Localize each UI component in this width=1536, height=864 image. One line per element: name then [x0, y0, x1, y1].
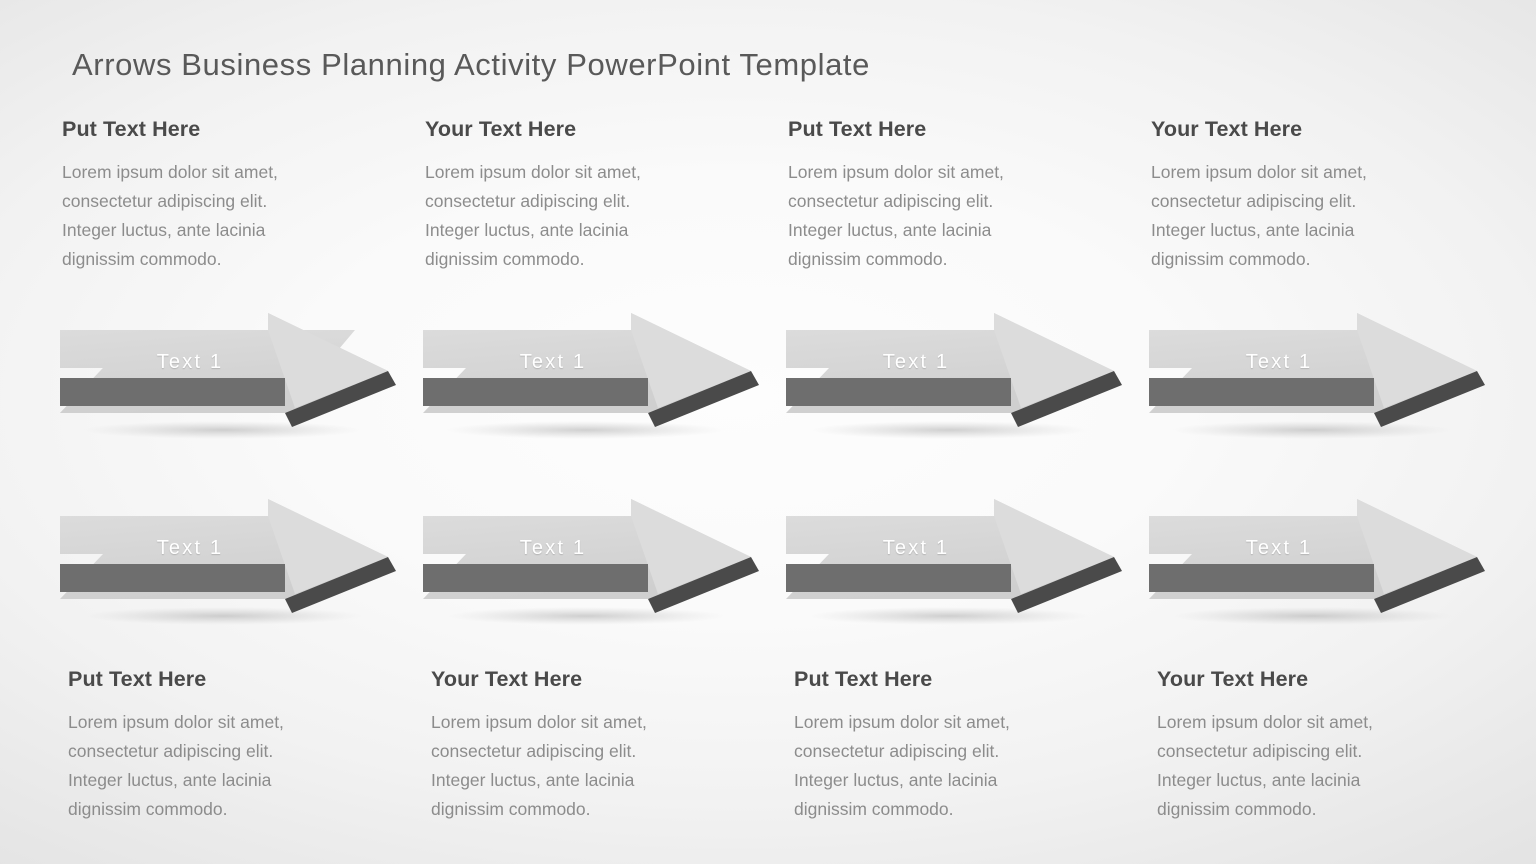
body-line: Lorem ipsum dolor sit amet,: [794, 712, 1010, 732]
block-heading: Put Text Here: [794, 667, 933, 691]
slide-canvas: Arrows Business Planning Activity PowerP…: [0, 0, 1536, 864]
body-line: Integer luctus, ante lacinia: [62, 220, 266, 240]
arrow-bottom-bar: [423, 378, 648, 406]
arrow-clip-row2-col4: Text 1: [1144, 494, 1536, 634]
block-heading: Your Text Here: [431, 667, 583, 691]
arrow-shape-row1-col2[interactable]: Text 1: [418, 308, 763, 448]
arrow-drop-shadow: [809, 421, 1089, 439]
arrow-drop-shadow: [446, 421, 726, 439]
body-line: Integer luctus, ante lacinia: [788, 220, 992, 240]
arrow-bottom-bar: [1149, 378, 1374, 406]
arrow-drop-shadow: [809, 607, 1089, 625]
body-line: dignissim commodo.: [788, 249, 948, 269]
body-line: Lorem ipsum dolor sit amet,: [1151, 162, 1367, 182]
arrow-drop-shadow: [446, 607, 726, 625]
arrow-shape-row2-col2[interactable]: Text 1: [418, 494, 763, 634]
text-block-row1-col3: Put Text Here Lorem ipsum dolor sit amet…: [788, 117, 1088, 274]
page-title: Arrows Business Planning Activity PowerP…: [72, 47, 870, 82]
block-heading: Put Text Here: [68, 667, 207, 691]
body-line: Integer luctus, ante lacinia: [68, 770, 272, 790]
block-heading: Put Text Here: [62, 117, 201, 141]
body-line: dignissim commodo.: [68, 799, 228, 819]
body-line: Integer luctus, ante lacinia: [431, 770, 635, 790]
body-line: Lorem ipsum dolor sit amet,: [788, 162, 1004, 182]
body-line: dignissim commodo.: [425, 249, 585, 269]
arrow-drop-shadow: [83, 607, 363, 625]
text-block-row2-col1: Put Text Here Lorem ipsum dolor sit amet…: [68, 667, 368, 824]
text-block-row2-col2: Your Text Here Lorem ipsum dolor sit ame…: [431, 667, 731, 824]
block-body: Lorem ipsum dolor sit amet, consectetur …: [788, 158, 1088, 274]
arrow-drop-shadow: [1172, 421, 1452, 439]
block-body: Lorem ipsum dolor sit amet, consectetur …: [62, 158, 362, 274]
arrow-shape-row1-col4[interactable]: Text 1: [1144, 308, 1489, 448]
text-block-row2-col4: Your Text Here Lorem ipsum dolor sit ame…: [1157, 667, 1457, 824]
text-block-row1-col1: Put Text Here Lorem ipsum dolor sit amet…: [62, 117, 362, 274]
body-line: dignissim commodo.: [431, 799, 591, 819]
body-line: Lorem ipsum dolor sit amet,: [1157, 712, 1373, 732]
arrow-bottom-bar: [423, 564, 648, 592]
body-line: consectetur adipiscing elit.: [794, 741, 1000, 761]
block-heading: Put Text Here: [788, 117, 927, 141]
block-heading: Your Text Here: [1157, 667, 1309, 691]
body-line: consectetur adipiscing elit.: [425, 191, 631, 211]
block-body: Lorem ipsum dolor sit amet, consectetur …: [794, 708, 1094, 824]
body-line: Integer luctus, ante lacinia: [794, 770, 998, 790]
arrow-drop-shadow: [83, 421, 363, 439]
arrow-shape-row2-col1[interactable]: Text 1: [55, 494, 400, 634]
arrow-shape-row2-col4[interactable]: Text 1: [1144, 494, 1489, 634]
arrow-shape-row1-col1[interactable]: Text 1: [55, 308, 400, 448]
body-line: consectetur adipiscing elit.: [68, 741, 274, 761]
arrow-shape-row2-col3[interactable]: Text 1: [781, 494, 1126, 634]
block-heading: Your Text Here: [425, 117, 577, 141]
block-body: Lorem ipsum dolor sit amet, consectetur …: [68, 708, 368, 824]
arrow-bottom-bar: [786, 564, 1011, 592]
text-block-row2-col3: Put Text Here Lorem ipsum dolor sit amet…: [794, 667, 1094, 824]
arrow-bottom-bar: [1149, 564, 1374, 592]
body-line: Integer luctus, ante lacinia: [425, 220, 629, 240]
body-line: dignissim commodo.: [794, 799, 954, 819]
body-line: Lorem ipsum dolor sit amet,: [431, 712, 647, 732]
body-line: dignissim commodo.: [1157, 799, 1317, 819]
arrow-drop-shadow: [1172, 607, 1452, 625]
body-line: Lorem ipsum dolor sit amet,: [68, 712, 284, 732]
body-line: consectetur adipiscing elit.: [1157, 741, 1363, 761]
arrow-shape-row1-col3[interactable]: Text 1: [781, 308, 1126, 448]
block-body: Lorem ipsum dolor sit amet, consectetur …: [431, 708, 731, 824]
body-line: Integer luctus, ante lacinia: [1157, 770, 1361, 790]
block-body: Lorem ipsum dolor sit amet, consectetur …: [425, 158, 725, 274]
block-body: Lorem ipsum dolor sit amet, consectetur …: [1151, 158, 1451, 274]
body-line: Integer luctus, ante lacinia: [1151, 220, 1355, 240]
block-body: Lorem ipsum dolor sit amet, consectetur …: [1157, 708, 1457, 824]
body-line: consectetur adipiscing elit.: [788, 191, 994, 211]
arrow-bottom-bar: [60, 378, 285, 406]
body-line: Lorem ipsum dolor sit amet,: [425, 162, 641, 182]
body-line: consectetur adipiscing elit.: [1151, 191, 1357, 211]
body-line: dignissim commodo.: [1151, 249, 1311, 269]
arrow-bottom-bar: [60, 564, 285, 592]
block-heading: Your Text Here: [1151, 117, 1303, 141]
body-line: consectetur adipiscing elit.: [62, 191, 268, 211]
body-line: Lorem ipsum dolor sit amet,: [62, 162, 278, 182]
arrow-clip-row1-col4: Text 1: [1144, 308, 1536, 448]
arrow-bottom-bar: [786, 378, 1011, 406]
body-line: consectetur adipiscing elit.: [431, 741, 637, 761]
text-block-row1-col2: Your Text Here Lorem ipsum dolor sit ame…: [425, 117, 725, 274]
text-block-row1-col4: Your Text Here Lorem ipsum dolor sit ame…: [1151, 117, 1451, 274]
body-line: dignissim commodo.: [62, 249, 222, 269]
